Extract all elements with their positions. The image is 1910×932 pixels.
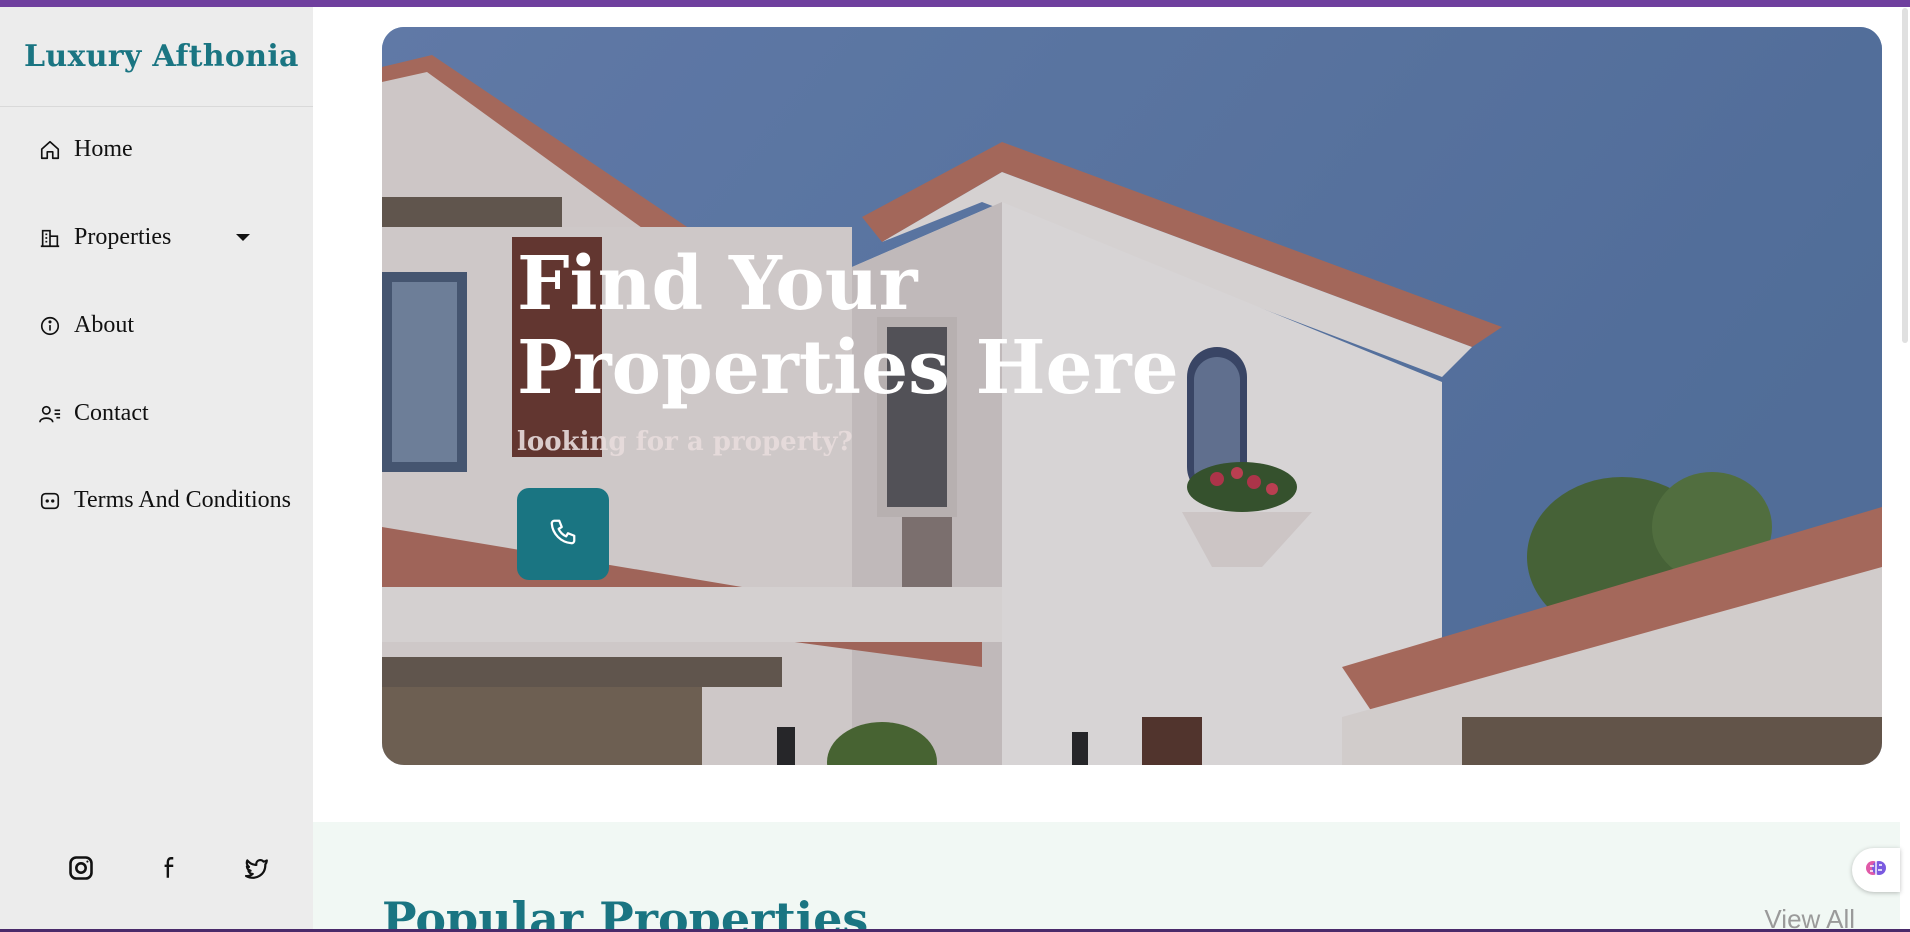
view-all-link[interactable]: View All: [1764, 904, 1855, 932]
home-icon: [38, 138, 62, 162]
section-title: Popular Properties: [382, 892, 869, 932]
contact-icon: [38, 402, 62, 426]
chevron-down-icon[interactable]: [236, 234, 251, 241]
instagram-icon[interactable]: [63, 850, 99, 886]
sidebar-item-label: Terms And Conditions: [74, 487, 291, 513]
hero-subtitle: looking for a property?: [517, 427, 853, 457]
info-icon: [38, 314, 62, 338]
chat-icon: [38, 489, 62, 513]
phone-icon: [548, 517, 578, 552]
social-links: [0, 850, 313, 890]
sidebar-item-label: Properties: [74, 224, 172, 250]
sidebar-item-label: About: [74, 312, 134, 338]
assistant-button[interactable]: [1852, 848, 1900, 892]
sidebar-item-label: Home: [74, 136, 133, 162]
sidebar-item-home[interactable]: Home: [38, 136, 133, 163]
scrollbar[interactable]: [1900, 8, 1910, 343]
sidebar-item-contact[interactable]: Contact: [38, 400, 149, 427]
hero-title-line-2: Properties Here: [517, 325, 1179, 411]
hero-title: Find Your Properties Here: [517, 242, 1217, 410]
call-button[interactable]: [517, 488, 609, 580]
sidebar-item-properties[interactable]: Properties: [38, 224, 251, 251]
brain-icon: [1864, 856, 1888, 885]
brand[interactable]: Luxury Afthonia: [0, 7, 313, 107]
sidebar-item-label: Contact: [74, 400, 149, 426]
sidebar-item-about[interactable]: About: [38, 312, 134, 339]
hero-banner: Find Your Properties Here looking for a …: [382, 27, 1882, 765]
facebook-icon[interactable]: [152, 850, 188, 886]
popular-properties-section: Popular Properties View All: [313, 822, 1900, 932]
brand-logo-text[interactable]: Luxury Afthonia: [24, 39, 299, 74]
top-accent-bar: [0, 0, 1910, 7]
scrollbar-thumb[interactable]: [1902, 8, 1908, 343]
sidebar-item-terms[interactable]: Terms And Conditions: [38, 487, 291, 514]
hero-title-line-1: Find Your: [517, 241, 918, 327]
sidebar: Luxury Afthonia Home Properties About Co…: [0, 7, 313, 929]
twitter-icon[interactable]: [238, 850, 274, 886]
building-icon: [38, 226, 62, 250]
